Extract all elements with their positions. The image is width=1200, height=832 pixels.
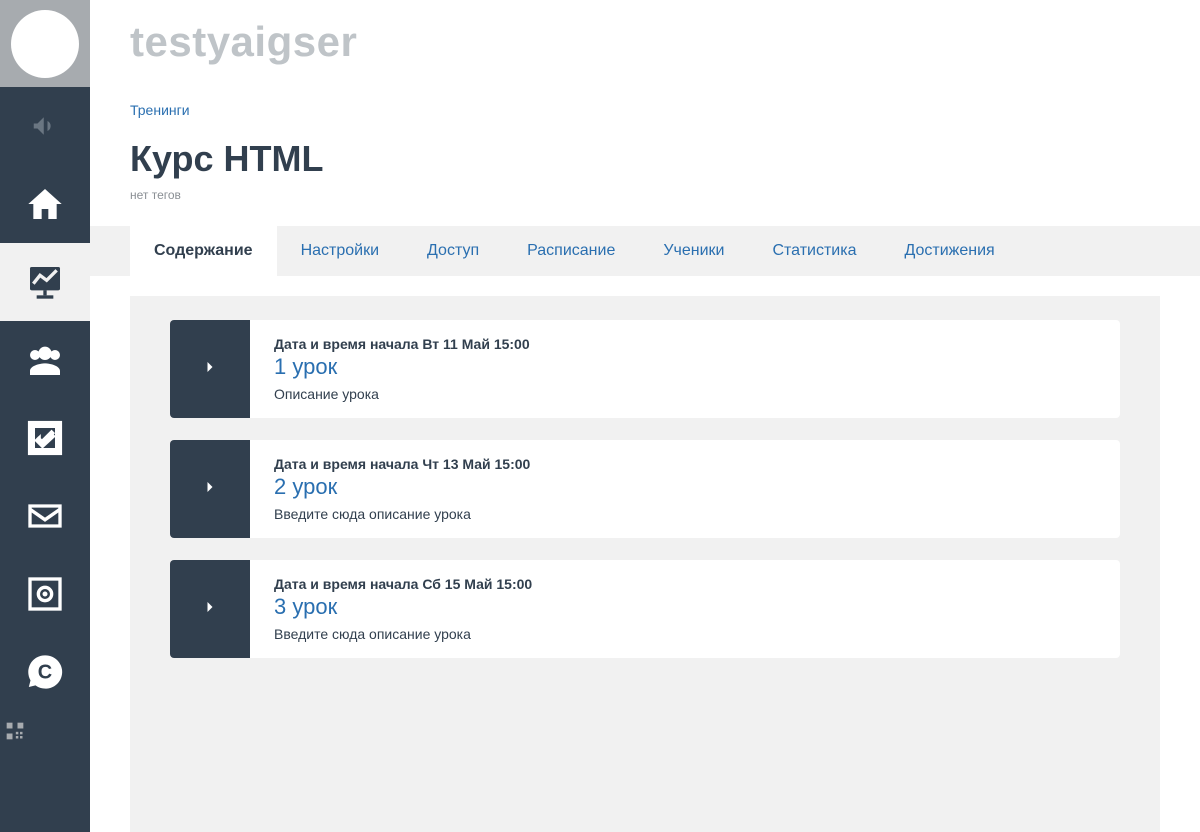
tab-6[interactable]: Достижения [880,226,1018,276]
sidebar-item-announcements[interactable] [0,87,90,165]
sidebar-item-home[interactable] [0,165,90,243]
lesson-expand-button[interactable] [170,440,250,538]
sidebar-item-mail[interactable] [0,477,90,555]
tab-0[interactable]: Содержание [130,226,277,276]
analytics-icon [25,262,65,302]
users-icon [25,340,65,380]
content-panel: Дата и время начала Вт 11 Май 15:00 1 уро… [130,296,1160,832]
chat-icon: C [25,652,65,692]
lesson-description: Введите сюда описание урока [274,626,1096,642]
breadcrumb-trainings[interactable]: Тренинги [130,102,190,118]
lesson-datetime: Дата и время начала Сб 15 Май 15:00 [274,576,1096,592]
lesson-datetime: Дата и время начала Вт 11 Май 15:00 [274,336,1096,352]
lesson-card: Дата и время начала Вт 11 Май 15:00 1 уро… [170,320,1120,418]
lesson-title[interactable]: 1 урок [274,354,1096,380]
lesson-title[interactable]: 2 урок [274,474,1096,500]
tab-2[interactable]: Доступ [403,226,503,276]
lesson-expand-button[interactable] [170,560,250,658]
lesson-datetime: Дата и время начала Чт 13 Май 15:00 [274,456,1096,472]
lesson-title[interactable]: 3 урок [274,594,1096,620]
sidebar-item-analytics[interactable] [0,243,90,321]
tab-3[interactable]: Расписание [503,226,639,276]
lesson-expand-button[interactable] [170,320,250,418]
home-icon [25,184,65,224]
sidebar: C [0,0,90,832]
sidebar-item-tasks[interactable] [0,399,90,477]
chevron-right-icon [200,477,220,502]
chevron-right-icon [200,357,220,382]
tab-5[interactable]: Статистика [748,226,880,276]
sidebar-nav: C [0,87,90,751]
tab-4[interactable]: Ученики [639,226,748,276]
no-tags-label: нет тегов [130,188,1160,202]
lesson-body: Дата и время начала Сб 15 Май 15:00 3 уро… [250,560,1120,658]
lesson-body: Дата и время начала Вт 11 Май 15:00 1 уро… [250,320,1120,418]
breadcrumb: Тренинги [130,102,1160,120]
lesson-description: Введите сюда описание урока [274,506,1096,522]
sidebar-item-users[interactable] [0,321,90,399]
chevron-right-icon [200,597,220,622]
sidebar-item-qr[interactable] [0,711,90,751]
checkbox-icon [25,418,65,458]
lesson-body: Дата и время начала Чт 13 Май 15:00 2 уро… [250,440,1120,538]
avatar-container[interactable] [0,0,90,87]
header: testyaigser Тренинги Курс HTML нет тегов [90,0,1200,202]
lesson-card: Дата и время начала Чт 13 Май 15:00 2 уро… [170,440,1120,538]
tab-1[interactable]: Настройки [277,226,403,276]
lesson-card: Дата и время начала Сб 15 Май 15:00 3 уро… [170,560,1120,658]
sidebar-item-vault[interactable] [0,555,90,633]
main-area: testyaigser Тренинги Курс HTML нет тегов… [90,0,1200,832]
megaphone-icon [25,106,65,146]
safe-icon [25,574,65,614]
mail-icon [25,496,65,536]
lessons-list: Дата и время начала Вт 11 Май 15:00 1 уро… [170,320,1120,658]
qr-icon [0,711,35,751]
avatar [11,10,79,78]
sidebar-item-chat[interactable]: C [0,633,90,711]
page-title: Курс HTML [130,138,1160,180]
lesson-description: Описание урока [274,386,1096,402]
tabs: СодержаниеНастройкиДоступРасписаниеУчени… [90,226,1200,276]
svg-text:C: C [38,662,52,684]
brand-name: testyaigser [130,18,1160,66]
tabs-container: СодержаниеНастройкиДоступРасписаниеУчени… [90,226,1200,276]
